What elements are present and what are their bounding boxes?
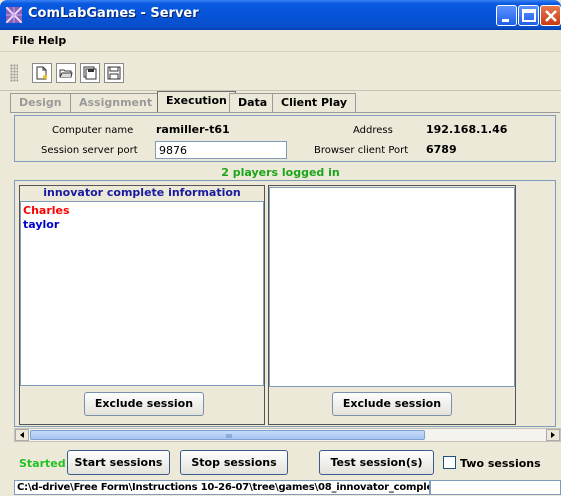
exclude-session-button[interactable]: Exclude session [84, 392, 204, 416]
session-port-label: Session server port [41, 145, 138, 156]
computer-name-label: Computer name [52, 125, 134, 136]
two-sessions-checkbox[interactable] [443, 456, 456, 469]
tab-design[interactable]: Design [10, 93, 71, 112]
file-path-display: C:\d-drive\Free Form\Instructions 10-26-… [14, 480, 430, 495]
toolbar-grip[interactable] [10, 64, 18, 82]
server-info-panel: Computer name ramiller-t61 Address 192.1… [14, 115, 556, 162]
test-sessions-button[interactable]: Test session(s) [319, 450, 434, 475]
player-list[interactable]: Charles taylor [20, 201, 264, 386]
browser-port-value: 6789 [426, 143, 457, 156]
scroll-right-icon[interactable] [546, 429, 560, 441]
open-folder-icon[interactable] [56, 63, 76, 83]
new-document-icon[interactable] [32, 63, 52, 83]
browser-port-label: Browser client Port [314, 145, 409, 156]
tab-divider [10, 112, 560, 113]
close-button[interactable] [540, 5, 561, 26]
computer-name-value: ramiller-t61 [156, 123, 230, 136]
start-sessions-button[interactable]: Start sessions [67, 450, 170, 475]
menu-file[interactable]: File [12, 34, 35, 47]
tab-execution[interactable]: Execution [157, 91, 236, 113]
scroll-left-icon[interactable] [15, 429, 29, 441]
save-all-icon[interactable] [80, 63, 100, 83]
tab-assignment[interactable]: Assignment [70, 93, 162, 112]
tab-bar: Design Assignment Execution Data Client … [0, 91, 561, 113]
horizontal-scrollbar[interactable] [14, 428, 561, 442]
scroll-thumb[interactable] [30, 430, 425, 440]
window-title: ComLabGames - Server [28, 6, 199, 21]
session-status: Started [19, 457, 66, 470]
address-label: Address [353, 125, 393, 136]
tab-client-play[interactable]: Client Play [272, 93, 357, 112]
session-column: Exclude session [268, 185, 516, 425]
path-status-field [430, 480, 561, 495]
exclude-session-button[interactable]: Exclude session [332, 392, 452, 416]
session-port-field[interactable] [155, 141, 287, 159]
session-header: innovator complete information [43, 186, 241, 199]
players-logged-status: 2 players logged in [221, 166, 340, 179]
session-column: innovator complete information Charles t… [19, 185, 265, 425]
menu-bar: File Help [0, 30, 561, 52]
app-icon [5, 6, 23, 24]
player-list[interactable] [269, 187, 515, 387]
title-bar: ComLabGames - Server [0, 0, 561, 30]
player-item[interactable]: Charles [23, 204, 70, 217]
player-item[interactable]: taylor [23, 218, 59, 231]
menu-help[interactable]: Help [38, 34, 66, 47]
address-value: 192.168.1.46 [426, 123, 508, 136]
stop-sessions-button[interactable]: Stop sessions [180, 450, 288, 475]
save-icon[interactable] [104, 63, 124, 83]
toolbar [0, 53, 561, 91]
maximize-button[interactable] [518, 5, 539, 26]
minimize-button[interactable] [496, 5, 517, 26]
tab-data[interactable]: Data [229, 93, 277, 112]
sessions-panel: innovator complete information Charles t… [14, 180, 556, 427]
two-sessions-label: Two sessions [460, 457, 541, 470]
